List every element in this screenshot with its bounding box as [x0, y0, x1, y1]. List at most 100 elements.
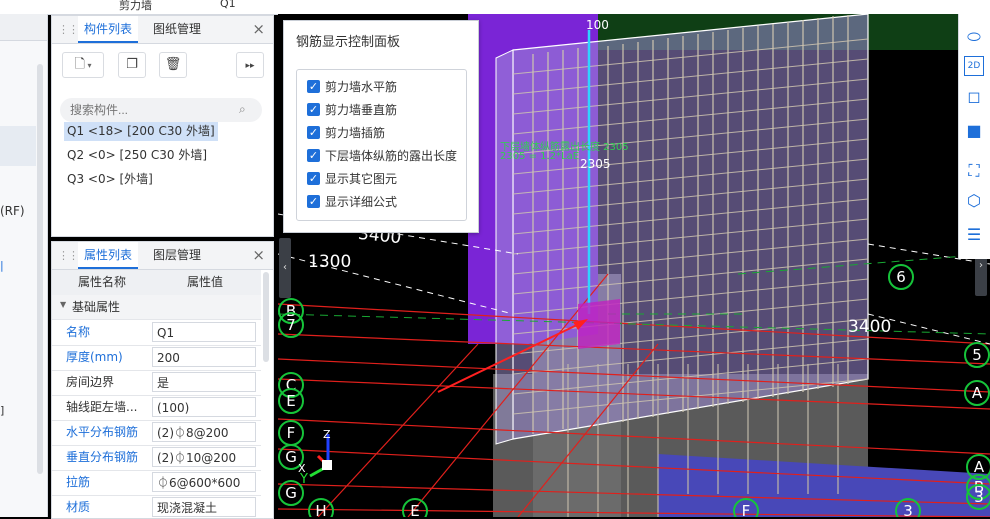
option-label: 剪力墙水平筋: [325, 80, 398, 94]
cube-solid-icon[interactable]: ■: [963, 120, 985, 142]
left-panel-scrollbar[interactable]: [37, 64, 43, 474]
component-item-q3[interactable]: Q3 <0> [外墙]: [64, 170, 156, 189]
dropdown-arrow-icon: ▾: [84, 61, 92, 70]
property-name: 材质: [66, 500, 91, 514]
property-value-field[interactable]: 200: [152, 347, 256, 367]
expand-toolbar-button[interactable]: ▸▸: [236, 52, 264, 78]
delete-component-button[interactable]: 🗑: [159, 52, 187, 78]
option-label: 剪力墙垂直筋: [325, 103, 398, 117]
grid-label[interactable]: 3: [966, 484, 990, 510]
property-scrollbar[interactable]: [263, 272, 269, 362]
component-toolbar: 🗋 ▾ ❐ 🗑 ▸▸: [62, 52, 272, 78]
chevron-right-icon: ›: [979, 260, 983, 271]
grid-label[interactable]: 3: [895, 498, 921, 517]
ellipse-icon[interactable]: ⬭: [963, 26, 985, 48]
left-panel-marker-2: ]: [0, 404, 5, 417]
property-value-field[interactable]: ⏀6@600*600: [152, 472, 256, 492]
property-row: 材质 现浇混凝土: [52, 495, 261, 518]
grid-label[interactable]: A: [964, 380, 990, 406]
left-panel-header: [0, 14, 47, 41]
checkbox-checked-icon[interactable]: ✓: [307, 126, 320, 139]
property-panel: ⋮⋮ 属性列表 图层管理 × 属性名称 属性值 ▼ 基础属性 名称 Q1 厚度(…: [51, 241, 274, 519]
grid-label[interactable]: H: [308, 498, 334, 517]
property-group-label: 基础属性: [72, 300, 121, 314]
panel-grip-icon[interactable]: ⋮⋮: [58, 249, 79, 262]
property-value-field[interactable]: (2)⏀8@200: [152, 422, 256, 442]
panel-grip-icon[interactable]: ⋮⋮: [58, 23, 79, 36]
property-value-field[interactable]: 是: [152, 372, 256, 392]
checkbox-checked-icon[interactable]: ✓: [307, 195, 320, 208]
component-search-input[interactable]: [60, 98, 262, 122]
top-strip: 剪力墙 Q1: [0, 0, 990, 15]
delete-icon: 🗑: [164, 57, 182, 72]
close-icon[interactable]: ×: [252, 20, 265, 38]
list-icon[interactable]: ☰: [963, 224, 985, 246]
grid-label[interactable]: E: [402, 498, 428, 517]
tab-layer-management[interactable]: 图层管理: [147, 242, 207, 269]
property-row: 垂直分布钢筋 (2)⏀10@200: [52, 445, 261, 471]
component-list-panel: ⋮⋮ 构件列表 图纸管理 × 🗋 ▾ ❐ 🗑 ▸▸ ⌕ Q1 <18> [200…: [51, 15, 274, 237]
column-header-value: 属性值: [187, 275, 224, 289]
property-name: 轴线距左墙...: [66, 400, 138, 414]
property-row: 厚度(mm) 200: [52, 345, 261, 371]
3d-box-icon[interactable]: ⬡: [963, 190, 985, 212]
left-panel-marker: |: [0, 259, 4, 272]
collapse-arrow-icon[interactable]: ▼: [60, 300, 66, 309]
grid-label[interactable]: F: [278, 420, 304, 446]
property-value-field[interactable]: (2)⏀10@200: [152, 447, 256, 467]
grid-label[interactable]: E: [278, 388, 304, 414]
grid-label[interactable]: 7: [278, 312, 304, 338]
dimension-label: 1300: [308, 252, 352, 272]
property-group-basic[interactable]: ▼ 基础属性: [52, 295, 261, 320]
dimension-label: 100: [586, 18, 609, 32]
property-value-field[interactable]: (100): [152, 397, 256, 417]
tab-property-list[interactable]: 属性列表: [78, 242, 139, 269]
grid-label[interactable]: 5: [964, 342, 990, 368]
property-row: 名称 Q1: [52, 320, 261, 346]
chevron-left-icon: ‹: [283, 262, 287, 273]
property-name: 水平分布钢筋: [66, 425, 139, 439]
option-label: 下层墙体纵筋的露出长度: [325, 149, 458, 163]
2d-icon[interactable]: 2D: [964, 56, 984, 76]
property-row: 轴线距左墙... (100): [52, 395, 261, 421]
search-icon[interactable]: ⌕: [239, 102, 246, 117]
grid-label[interactable]: 6: [888, 264, 914, 290]
view-toolbar: ⬭ 2D ◻ ■ ⛶ ⬡ ☰: [958, 14, 990, 259]
new-component-button[interactable]: 🗋 ▾: [62, 52, 104, 78]
fullscreen-icon[interactable]: ⛶: [963, 160, 985, 182]
left-panel-item-label: (RF): [0, 204, 25, 218]
control-options-box: ✓ 剪力墙水平筋 ✓ 剪力墙垂直筋 ✓ 剪力墙插筋 ✓ 下层墙体纵筋的露出长度 …: [296, 69, 467, 221]
property-value-field[interactable]: 现浇混凝土: [152, 497, 256, 517]
top-strip-label-1: 剪力墙: [119, 0, 152, 12]
property-name: 厚度(mm): [66, 350, 123, 364]
copy-component-button[interactable]: ❐: [118, 52, 146, 78]
copy-icon: ❐: [126, 57, 138, 72]
component-item-q1[interactable]: Q1 <18> [200 C30 外墙]: [64, 122, 218, 141]
option-label: 显示详细公式: [325, 195, 398, 209]
left-panel-selected-item[interactable]: [0, 126, 36, 166]
checkbox-checked-icon[interactable]: ✓: [307, 172, 320, 185]
property-table-header: 属性名称 属性值: [52, 270, 261, 296]
dimension-label: 3400: [848, 317, 892, 337]
cube-icon[interactable]: ◻: [963, 86, 985, 108]
axis-z-label: Z: [323, 428, 331, 441]
property-name: 拉筋: [66, 475, 91, 489]
property-value-field[interactable]: Q1: [152, 322, 256, 342]
collapse-left-handle[interactable]: ‹: [279, 238, 291, 298]
grid-label[interactable]: F: [733, 498, 759, 517]
option-label: 显示其它图元: [325, 172, 398, 186]
checkbox-checked-icon[interactable]: ✓: [307, 149, 320, 162]
column-header-name: 属性名称: [78, 275, 127, 289]
tab-component-list[interactable]: 构件列表: [78, 16, 139, 43]
component-item-q2[interactable]: Q2 <0> [250 C30 外墙]: [64, 146, 210, 165]
new-icon: 🗋: [74, 57, 85, 72]
rebar-formula: 2305 = 1.2*LaE: [500, 151, 580, 162]
option-label: 剪力墙插筋: [325, 126, 386, 140]
close-icon[interactable]: ×: [252, 246, 265, 264]
checkbox-checked-icon[interactable]: ✓: [307, 80, 320, 93]
property-name: 房间边界: [66, 375, 115, 389]
tab-drawing-management[interactable]: 图纸管理: [147, 16, 207, 43]
component-panel-tabbar: ⋮⋮ 构件列表 图纸管理 ×: [52, 16, 273, 44]
checkbox-checked-icon[interactable]: ✓: [307, 103, 320, 116]
rebar-display-control-panel: 钢筋显示控制面板 ✓ 剪力墙水平筋 ✓ 剪力墙垂直筋 ✓ 剪力墙插筋 ✓ 下层墙…: [283, 20, 479, 233]
